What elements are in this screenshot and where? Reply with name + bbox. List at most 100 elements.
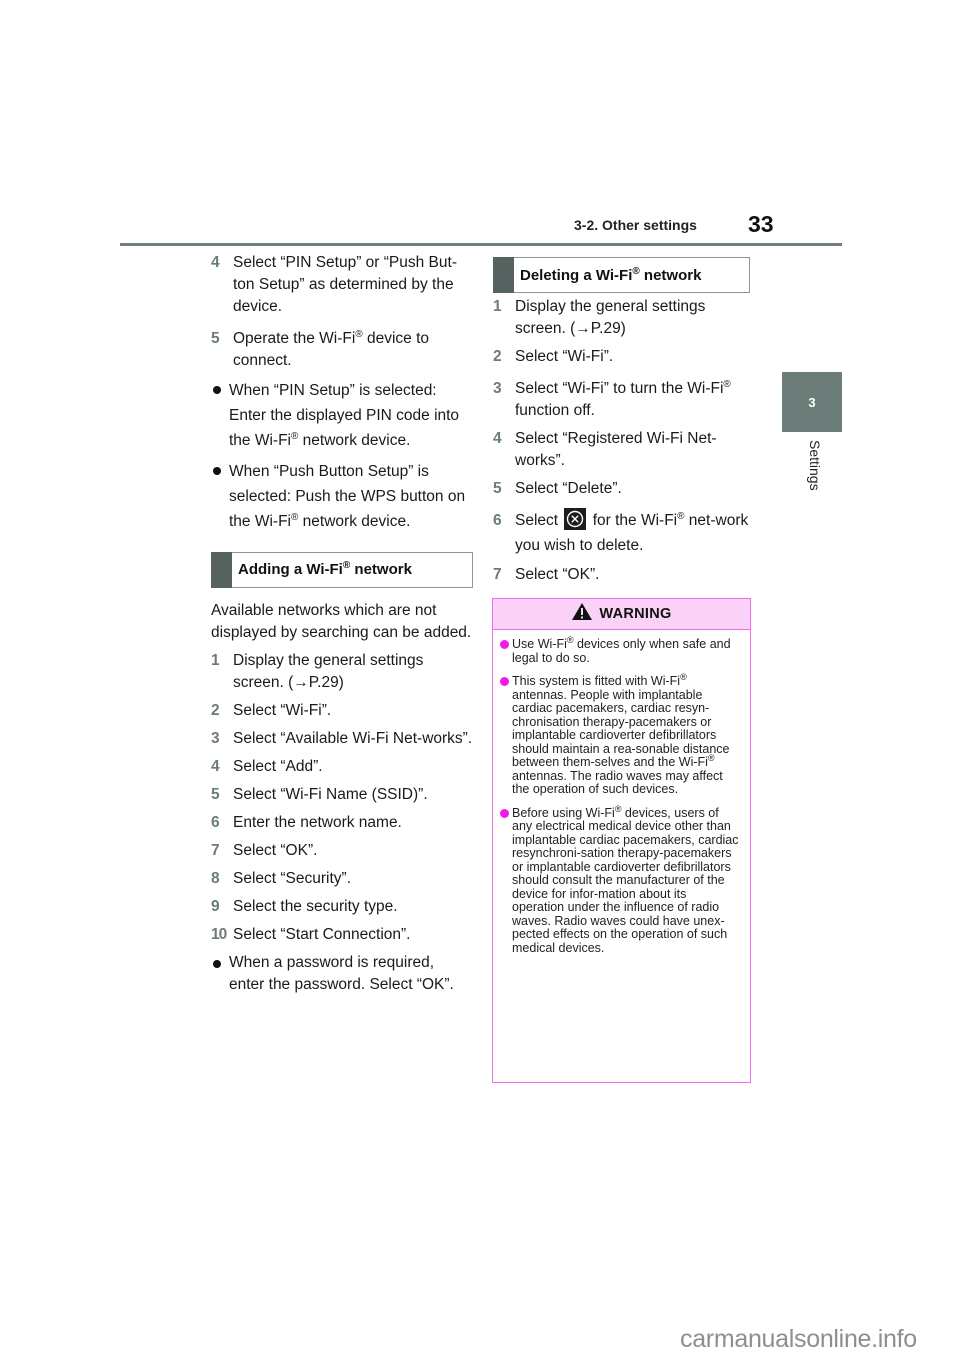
step-number: 6: [211, 814, 220, 831]
step-number: 4: [211, 254, 220, 271]
step-number: 3: [493, 380, 502, 397]
warning-box: WARNING Use Wi-Fi® devices only when saf…: [492, 598, 751, 1083]
warning-item: Use Wi-Fi® devices only when safe and le…: [500, 635, 740, 665]
step-text: Select “Registered Wi-Fi Net-works”.: [515, 430, 717, 469]
step-number: 5: [211, 330, 220, 347]
step-text: Select “Security”.: [233, 870, 352, 887]
warning-header: WARNING: [493, 599, 750, 630]
step-number: 3: [211, 730, 220, 747]
chapter-label: Settings: [807, 440, 823, 491]
registered-mark: ®: [680, 672, 687, 682]
step-text: Select: [515, 512, 559, 529]
step-text: Select “OK”.: [233, 842, 318, 859]
chapter-tab[interactable]: 3: [782, 372, 842, 432]
step-text: Select “PIN Setup” or “Push But-ton Setu…: [233, 254, 457, 315]
heading-text: Adding a Wi-Fi® network: [238, 560, 412, 579]
step-item: 7 Select “OK”.: [211, 840, 473, 862]
step-number: 7: [211, 842, 220, 859]
step-item: 8 Select “Security”.: [211, 868, 473, 890]
step-number: 2: [493, 348, 502, 365]
step-text: Select “Start Connection”.: [233, 926, 411, 943]
bullet-dot-icon: [213, 386, 221, 394]
step-number: 10: [211, 926, 227, 943]
intro-paragraph: Available networks which are not display…: [211, 602, 472, 641]
step-item: 5 Select “Wi-Fi Name (SSID)”.: [211, 784, 473, 806]
step-text: Select “Wi-Fi Name (SSID)”.: [233, 786, 428, 803]
step-item: 6 Enter the network name.: [211, 812, 473, 834]
warning-bullet-icon: [500, 640, 509, 649]
registered-mark: ®: [566, 635, 574, 645]
step-item: 2 Select “Wi-Fi”.: [211, 700, 473, 722]
step-number: 1: [493, 298, 502, 315]
step-number: 8: [211, 870, 220, 887]
step-item: 5 Operate the Wi-Fi® device to connect.: [211, 328, 473, 372]
step-item: 1 Display the general settings screen. (→…: [493, 296, 755, 340]
chapter-label-container: Settings: [783, 440, 841, 510]
section-title: 3-2. Other settings: [574, 217, 697, 233]
section-heading-deleting: Deleting a Wi-Fi® network: [493, 257, 750, 293]
bullet-text: network device.: [298, 513, 411, 530]
heading-bar: [211, 552, 232, 588]
warning-bullet-icon: [500, 808, 509, 818]
step-item: 3 Select “Available Wi-Fi Net-works”.: [211, 728, 473, 750]
warning-text: Use Wi-Fi: [512, 637, 567, 651]
step-item: 6 Select for the Wi-Fi® net-work you wis…: [493, 508, 755, 558]
warning-text: antennas. People with implantable cardia…: [512, 687, 730, 769]
bullet-item: When “PIN Setup” is selected: Enter the …: [211, 378, 473, 453]
warning-text: This system is fitted with Wi-Fi: [512, 674, 681, 688]
step-text: Select “Wi-Fi” to turn the Wi-Fi: [515, 380, 724, 397]
warning-body: Use Wi-Fi® devices only when safe and le…: [493, 630, 750, 955]
step-item: 4 Select “PIN Setup” or “Push But-ton Se…: [211, 252, 473, 318]
step-text: Select “OK”.: [515, 566, 600, 583]
step-text: function off.: [515, 402, 595, 419]
warning-bullet-icon: [500, 677, 509, 686]
step-number: 5: [493, 480, 502, 497]
bullet-text: When a password is required, enter the p…: [229, 954, 454, 993]
step-number: 6: [493, 512, 502, 529]
warning-text: devices, users of any electrical medical…: [512, 805, 739, 955]
step-text: Operate the Wi-Fi: [233, 330, 356, 347]
step-item: 4 Select “Registered Wi-Fi Net-works”.: [493, 428, 755, 472]
step-number: 5: [211, 786, 220, 803]
bullet-dot-icon: [213, 960, 221, 968]
step-text: Enter the network name.: [233, 814, 402, 831]
step-item: 1 Display the general settings screen. (→…: [211, 650, 473, 694]
step-number: 7: [493, 566, 502, 583]
step-text: for the Wi-Fi: [588, 512, 678, 529]
warning-triangle-icon: [571, 602, 593, 626]
registered-mark: ®: [707, 753, 715, 763]
step-item: 3 Select “Wi-Fi” to turn the Wi-Fi® func…: [493, 378, 755, 422]
step-item: 2 Select “Wi-Fi”.: [493, 346, 755, 368]
warning-item: Before using Wi-Fi® devices, users of an…: [500, 804, 740, 956]
step-number: 4: [211, 758, 220, 775]
heading-text: Deleting a Wi-Fi® network: [520, 265, 702, 284]
step-text: Select “Delete”.: [515, 480, 622, 497]
warning-item: This system is fitted with Wi-Fi® antenn…: [500, 672, 740, 797]
registered-mark: ®: [723, 379, 731, 390]
section-heading-adding: Adding a Wi-Fi® network: [211, 552, 473, 588]
step-text: Select the security type.: [233, 898, 398, 915]
bullet-item: When a password is required, enter the p…: [211, 952, 473, 996]
step-item: 10 Select “Start Connection”.: [211, 924, 473, 946]
bullet-item: When “Push Button Setup” is selected: Pu…: [211, 459, 473, 534]
watermark: carmanualsonline.info: [680, 1325, 917, 1353]
delete-x-icon: [564, 508, 587, 530]
step-item: 5 Select “Delete”.: [493, 478, 755, 500]
header-rule: [120, 243, 842, 246]
page-number: 33: [748, 211, 774, 237]
step-number: 9: [211, 898, 220, 915]
step-item: 9 Select the security type.: [211, 896, 473, 918]
chapter-number: 3: [808, 394, 816, 410]
bullet-text: network device.: [298, 432, 411, 449]
step-text: Display the general settings screen. (→P…: [515, 298, 706, 337]
registered-mark: ®: [355, 329, 363, 340]
bullet-dot-icon: [213, 467, 221, 475]
step-number: 4: [493, 430, 502, 447]
step-text: Display the general settings screen. (→P…: [233, 652, 424, 691]
step-text: Select “Add”.: [233, 758, 323, 775]
heading-bar: [493, 257, 514, 293]
step-item: 7 Select “OK”.: [493, 564, 755, 586]
warning-title: WARNING: [599, 606, 672, 622]
right-column: 1 Display the general settings screen. (→…: [493, 296, 755, 592]
warning-text: antennas. The radio waves may affect the…: [512, 768, 723, 796]
